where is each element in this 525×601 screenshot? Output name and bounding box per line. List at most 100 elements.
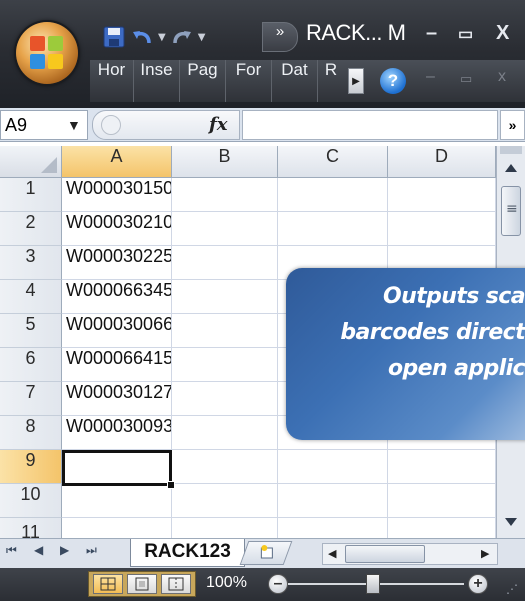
scroll-down-button[interactable] — [500, 512, 522, 532]
normal-view-button[interactable] — [93, 574, 123, 594]
tab-review[interactable]: R — [318, 60, 344, 102]
cell-d9[interactable] — [388, 450, 496, 484]
column-header-d[interactable]: D — [388, 146, 496, 178]
help-button[interactable]: ? — [380, 68, 406, 94]
cell-a10[interactable] — [62, 484, 172, 518]
cell-b5[interactable] — [172, 314, 278, 348]
cell-c2[interactable] — [278, 212, 388, 246]
callout-line-3: open applic — [388, 356, 525, 381]
cell-c9[interactable] — [278, 450, 388, 484]
cell-b8[interactable] — [172, 416, 278, 450]
redo-icon — [172, 31, 191, 44]
next-sheet-icon[interactable]: ▶ — [60, 543, 69, 557]
tab-formulas[interactable]: For — [226, 60, 272, 102]
qat-overflow-button[interactable]: » — [262, 22, 298, 52]
cell-d1[interactable] — [388, 178, 496, 212]
page-layout-view-button[interactable] — [127, 574, 157, 594]
cell-a5[interactable]: W000030066 — [62, 314, 172, 348]
cell-b1[interactable] — [172, 178, 278, 212]
tab-data[interactable]: Dat — [272, 60, 318, 102]
ribbon-minimize-button[interactable]: – — [426, 68, 435, 86]
cell-a7[interactable]: W000030127 — [62, 382, 172, 416]
row-header[interactable]: 2 — [0, 212, 62, 246]
ribbon-tab-scroll-button[interactable]: ▶ — [348, 68, 364, 94]
cell-b4[interactable] — [172, 280, 278, 314]
formula-input[interactable] — [242, 110, 498, 140]
zoom-slider-thumb[interactable] — [366, 574, 380, 594]
split-box[interactable] — [500, 146, 522, 154]
tab-home[interactable]: Hor — [90, 60, 134, 102]
redo-dropdown-icon[interactable]: ▼ — [198, 32, 206, 43]
cell-d11[interactable] — [388, 518, 496, 538]
row-header[interactable]: 5 — [0, 314, 62, 348]
undo-button[interactable] — [128, 23, 156, 51]
cell-b2[interactable] — [172, 212, 278, 246]
cell-a3[interactable]: W000030225 — [62, 246, 172, 280]
name-box[interactable]: A9 ▼ — [0, 110, 88, 140]
cancel-entry-button[interactable] — [101, 115, 121, 135]
close-button[interactable]: X — [496, 22, 509, 45]
row-header[interactable]: 4 — [0, 280, 62, 314]
cell-c11[interactable] — [278, 518, 388, 538]
insert-function-button[interactable]: fx — [209, 114, 227, 135]
horizontal-scrollbar[interactable]: ◀ ▶ — [322, 543, 498, 565]
column-header-b[interactable]: B — [172, 146, 278, 178]
cell-a6[interactable]: W000066415 — [62, 348, 172, 382]
select-all-button[interactable] — [0, 146, 62, 178]
insert-sheet-button[interactable] — [239, 541, 293, 565]
tab-page-layout[interactable]: Pag — [180, 60, 226, 102]
ribbon-restore-button[interactable]: ▭ — [460, 71, 472, 87]
row-header[interactable]: 8 — [0, 416, 62, 450]
cell-b3[interactable] — [172, 246, 278, 280]
row-header[interactable]: 1 — [0, 178, 62, 212]
cell-b9[interactable] — [172, 450, 278, 484]
vertical-scroll-thumb[interactable] — [501, 186, 521, 236]
restore-button[interactable]: ▭ — [458, 24, 473, 44]
scroll-up-button[interactable] — [500, 158, 522, 178]
cell-b7[interactable] — [172, 382, 278, 416]
page-break-icon — [168, 577, 184, 591]
row-header[interactable]: 3 — [0, 246, 62, 280]
prev-sheet-icon[interactable]: ◀ — [34, 543, 43, 557]
cell-b11[interactable] — [172, 518, 278, 538]
cell-a11[interactable] — [62, 518, 172, 538]
cell-a2[interactable]: W000030210 — [62, 212, 172, 246]
page-break-view-button[interactable] — [161, 574, 191, 594]
sheet-tab-active[interactable]: RACK123 — [130, 539, 245, 567]
zoom-in-button[interactable]: + — [468, 574, 488, 594]
cell-b6[interactable] — [172, 348, 278, 382]
row-header[interactable]: 11 — [0, 518, 62, 538]
cell-a1[interactable]: W000030150 — [62, 178, 172, 212]
scroll-left-icon[interactable]: ◀ — [328, 547, 336, 560]
formula-bar-expand-button[interactable]: » — [500, 110, 525, 140]
redo-button[interactable] — [168, 23, 196, 51]
minimize-button[interactable]: – — [426, 22, 437, 45]
row-header[interactable]: 7 — [0, 382, 62, 416]
last-sheet-icon[interactable]: ⏭ — [86, 543, 97, 558]
cell-b10[interactable] — [172, 484, 278, 518]
row-header[interactable]: 10 — [0, 484, 62, 518]
save-button[interactable] — [100, 23, 128, 51]
zoom-out-button[interactable]: – — [268, 574, 288, 594]
undo-dropdown-icon[interactable]: ▼ — [158, 32, 166, 43]
name-box-dropdown-icon[interactable]: ▼ — [67, 111, 81, 139]
row-header[interactable]: 6 — [0, 348, 62, 382]
column-header-a[interactable]: A — [62, 146, 172, 178]
cell-c10[interactable] — [278, 484, 388, 518]
column-header-c[interactable]: C — [278, 146, 388, 178]
cell-a8[interactable]: W000030093 — [62, 416, 172, 450]
cell-c1[interactable] — [278, 178, 388, 212]
zoom-level[interactable]: 100% — [206, 574, 247, 592]
ribbon-close-button[interactable]: x — [498, 68, 506, 86]
first-sheet-icon[interactable]: ⏮ — [6, 543, 17, 558]
scroll-right-icon[interactable]: ▶ — [481, 547, 489, 560]
cell-d10[interactable] — [388, 484, 496, 518]
cell-a4[interactable]: W000066345 — [62, 280, 172, 314]
cell-d2[interactable] — [388, 212, 496, 246]
office-button[interactable] — [16, 22, 78, 84]
resize-grip-icon[interactable]: ⋰ — [506, 582, 518, 596]
horizontal-scroll-thumb[interactable] — [345, 545, 425, 563]
row-header[interactable]: 9 — [0, 450, 62, 484]
tab-insert[interactable]: Inse — [134, 60, 180, 102]
fill-handle[interactable] — [167, 481, 175, 489]
